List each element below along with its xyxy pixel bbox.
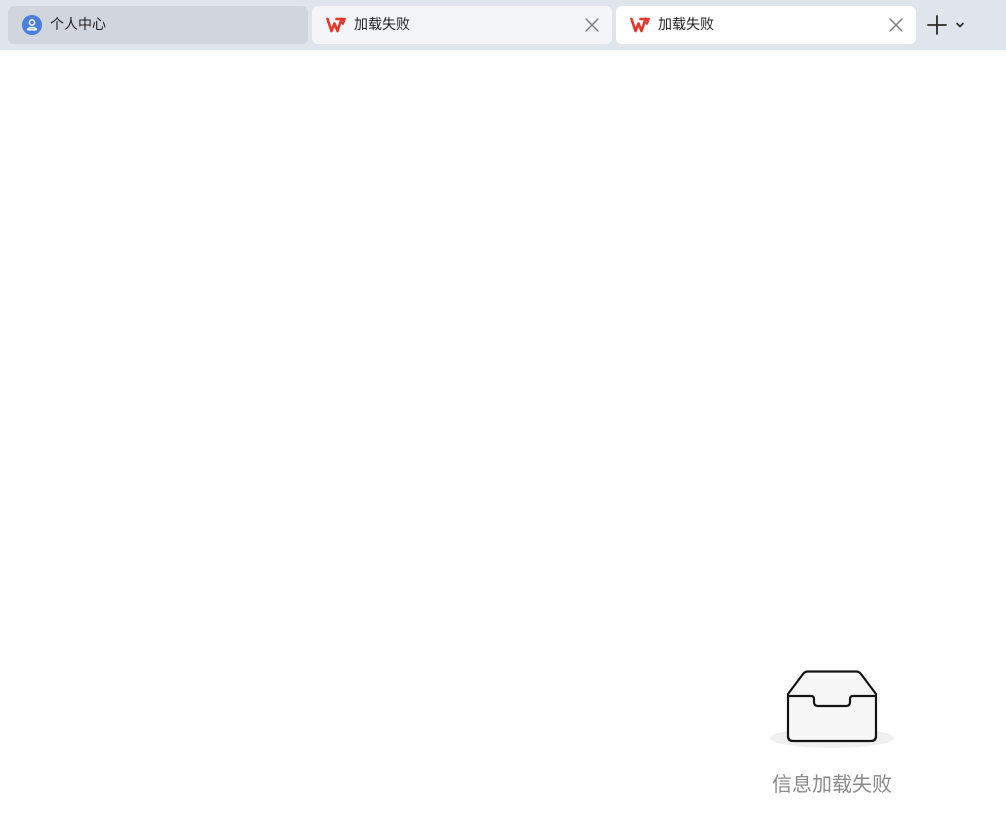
user-icon xyxy=(22,15,42,35)
close-icon[interactable] xyxy=(888,17,904,33)
tab-load-failed-2[interactable]: 加载失败 xyxy=(616,6,916,44)
chevron-down-icon[interactable] xyxy=(952,17,968,33)
tab-label: 个人中心 xyxy=(50,17,106,33)
tab-personal-center[interactable]: 个人中心 xyxy=(8,6,308,44)
close-icon[interactable] xyxy=(584,17,600,33)
wps-logo-icon xyxy=(630,15,650,35)
plus-icon[interactable] xyxy=(926,13,948,37)
empty-inbox-icon xyxy=(768,664,896,754)
tab-label: 加载失败 xyxy=(658,17,714,33)
empty-state: 信息加载失败 xyxy=(752,660,912,810)
wps-logo-icon xyxy=(326,15,346,35)
tab-load-failed-1[interactable]: 加载失败 xyxy=(312,6,612,44)
tab-bar: 个人中心 加载失败 加载失败 xyxy=(0,0,1006,50)
app-window: 个人中心 加载失败 加载失败 信息加载失败 xyxy=(0,0,1006,834)
tab-label: 加载失败 xyxy=(354,17,410,33)
empty-state-message: 信息加载失败 xyxy=(772,772,892,796)
